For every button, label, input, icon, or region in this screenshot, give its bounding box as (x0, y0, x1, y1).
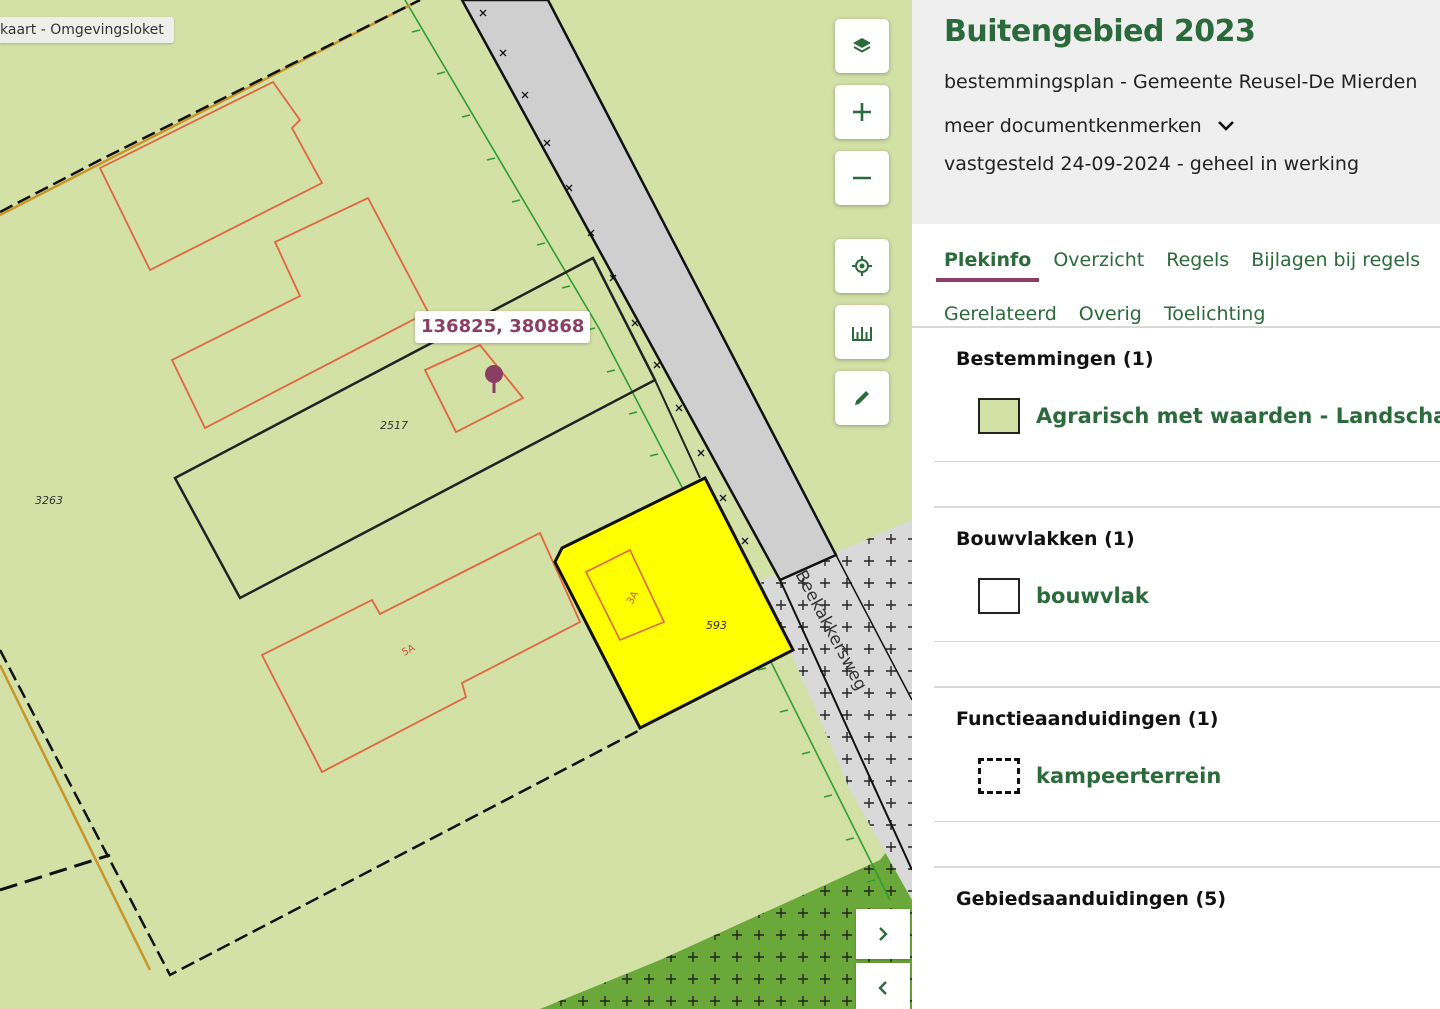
list-item[interactable]: kampeerterrein (934, 730, 1440, 822)
map-attribution: kaart - Omgevingsloket (0, 17, 174, 43)
minus-icon (853, 176, 871, 180)
chevron-left-icon (878, 981, 887, 995)
document-subtitle: bestemmingsplan - Gemeente Reusel-De Mie… (944, 71, 1418, 93)
tab-overig[interactable]: Overig (1079, 303, 1142, 325)
layers-icon (853, 38, 871, 53)
section-title: Functieaanduidingen (1) (956, 708, 1219, 730)
ruler-icon (852, 327, 872, 341)
more-properties-label: meer documentkenmerken (944, 115, 1202, 137)
item-label[interactable]: bouwvlak (1036, 584, 1149, 608)
legend-swatch-dashed (978, 757, 1020, 794)
section-title: Bestemmingen (1) (956, 348, 1154, 370)
draw-button[interactable] (835, 371, 889, 425)
tab-gerelateerd[interactable]: Gerelateerd (944, 303, 1057, 325)
plus-icon (853, 103, 871, 121)
section-bestemmingen: Bestemmingen (1) Agrarisch met waarden -… (934, 328, 1440, 508)
section-title: Bouwvlakken (1) (956, 528, 1135, 550)
measure-button[interactable] (835, 305, 889, 359)
zoom-out-button[interactable] (835, 151, 889, 205)
map-canvas[interactable]: 2517 3263 593 5A 3A Beekakkersweg (0, 0, 912, 1009)
more-properties-toggle[interactable]: meer documentkenmerken (944, 115, 1440, 137)
tab-regels[interactable]: Regels (1166, 249, 1229, 271)
tab-toelichting[interactable]: Toelichting (1164, 303, 1266, 325)
tab-overzicht[interactable]: Overzicht (1053, 249, 1144, 271)
legend-swatch-filled (978, 397, 1020, 434)
crosshair-icon (852, 256, 872, 276)
tab-plekinfo[interactable]: Plekinfo (935, 249, 1040, 282)
section-bouwvlakken: Bouwvlakken (1) bouwvlak (934, 508, 1440, 688)
section-title: Gebiedsaanduidingen (5) (956, 888, 1227, 910)
coordinate-label: 136825, 380868 (415, 311, 591, 343)
section-functieaanduidingen: Functieaanduidingen (1) kampeerterrein (934, 688, 1440, 868)
tab-bar: Plekinfo Overzicht Regels Bijlagen bij r… (912, 224, 1440, 328)
document-header: Buitengebied 2023 bestemmingsplan - Geme… (912, 0, 1440, 224)
section-gebiedsaanduidingen: Gebiedsaanduidingen (5) (934, 868, 1440, 910)
map-view[interactable]: 2517 3263 593 5A 3A Beekakkersweg kaart … (0, 0, 912, 1009)
info-panel: Buitengebied 2023 bestemmingsplan - Geme… (912, 0, 1440, 1009)
chevron-down-icon (1217, 121, 1234, 131)
parcel-number: 3263 (35, 494, 63, 507)
pencil-icon (855, 391, 869, 405)
collapse-panel-button[interactable] (856, 963, 910, 1009)
expand-panel-button[interactable] (856, 909, 910, 959)
zoom-in-button[interactable] (835, 85, 889, 139)
list-item[interactable]: bouwvlak (934, 550, 1440, 642)
document-title: Buitengebied 2023 (944, 14, 1256, 49)
parcel-number: 593 (706, 619, 727, 632)
layers-button[interactable] (835, 19, 889, 73)
parcel-number: 2517 (380, 419, 408, 432)
legend-swatch-outline (978, 577, 1020, 614)
locate-button[interactable] (835, 239, 889, 293)
list-item[interactable]: Agrarisch met waarden - Landschap (934, 370, 1440, 462)
document-status: vastgesteld 24-09-2024 - geheel in werki… (944, 153, 1360, 175)
item-label[interactable]: Agrarisch met waarden - Landschap (1036, 404, 1440, 428)
item-label[interactable]: kampeerterrein (1036, 764, 1221, 788)
tab-bijlagen-bij-regels[interactable]: Bijlagen bij regels (1251, 249, 1420, 271)
chevron-right-icon (879, 927, 888, 941)
